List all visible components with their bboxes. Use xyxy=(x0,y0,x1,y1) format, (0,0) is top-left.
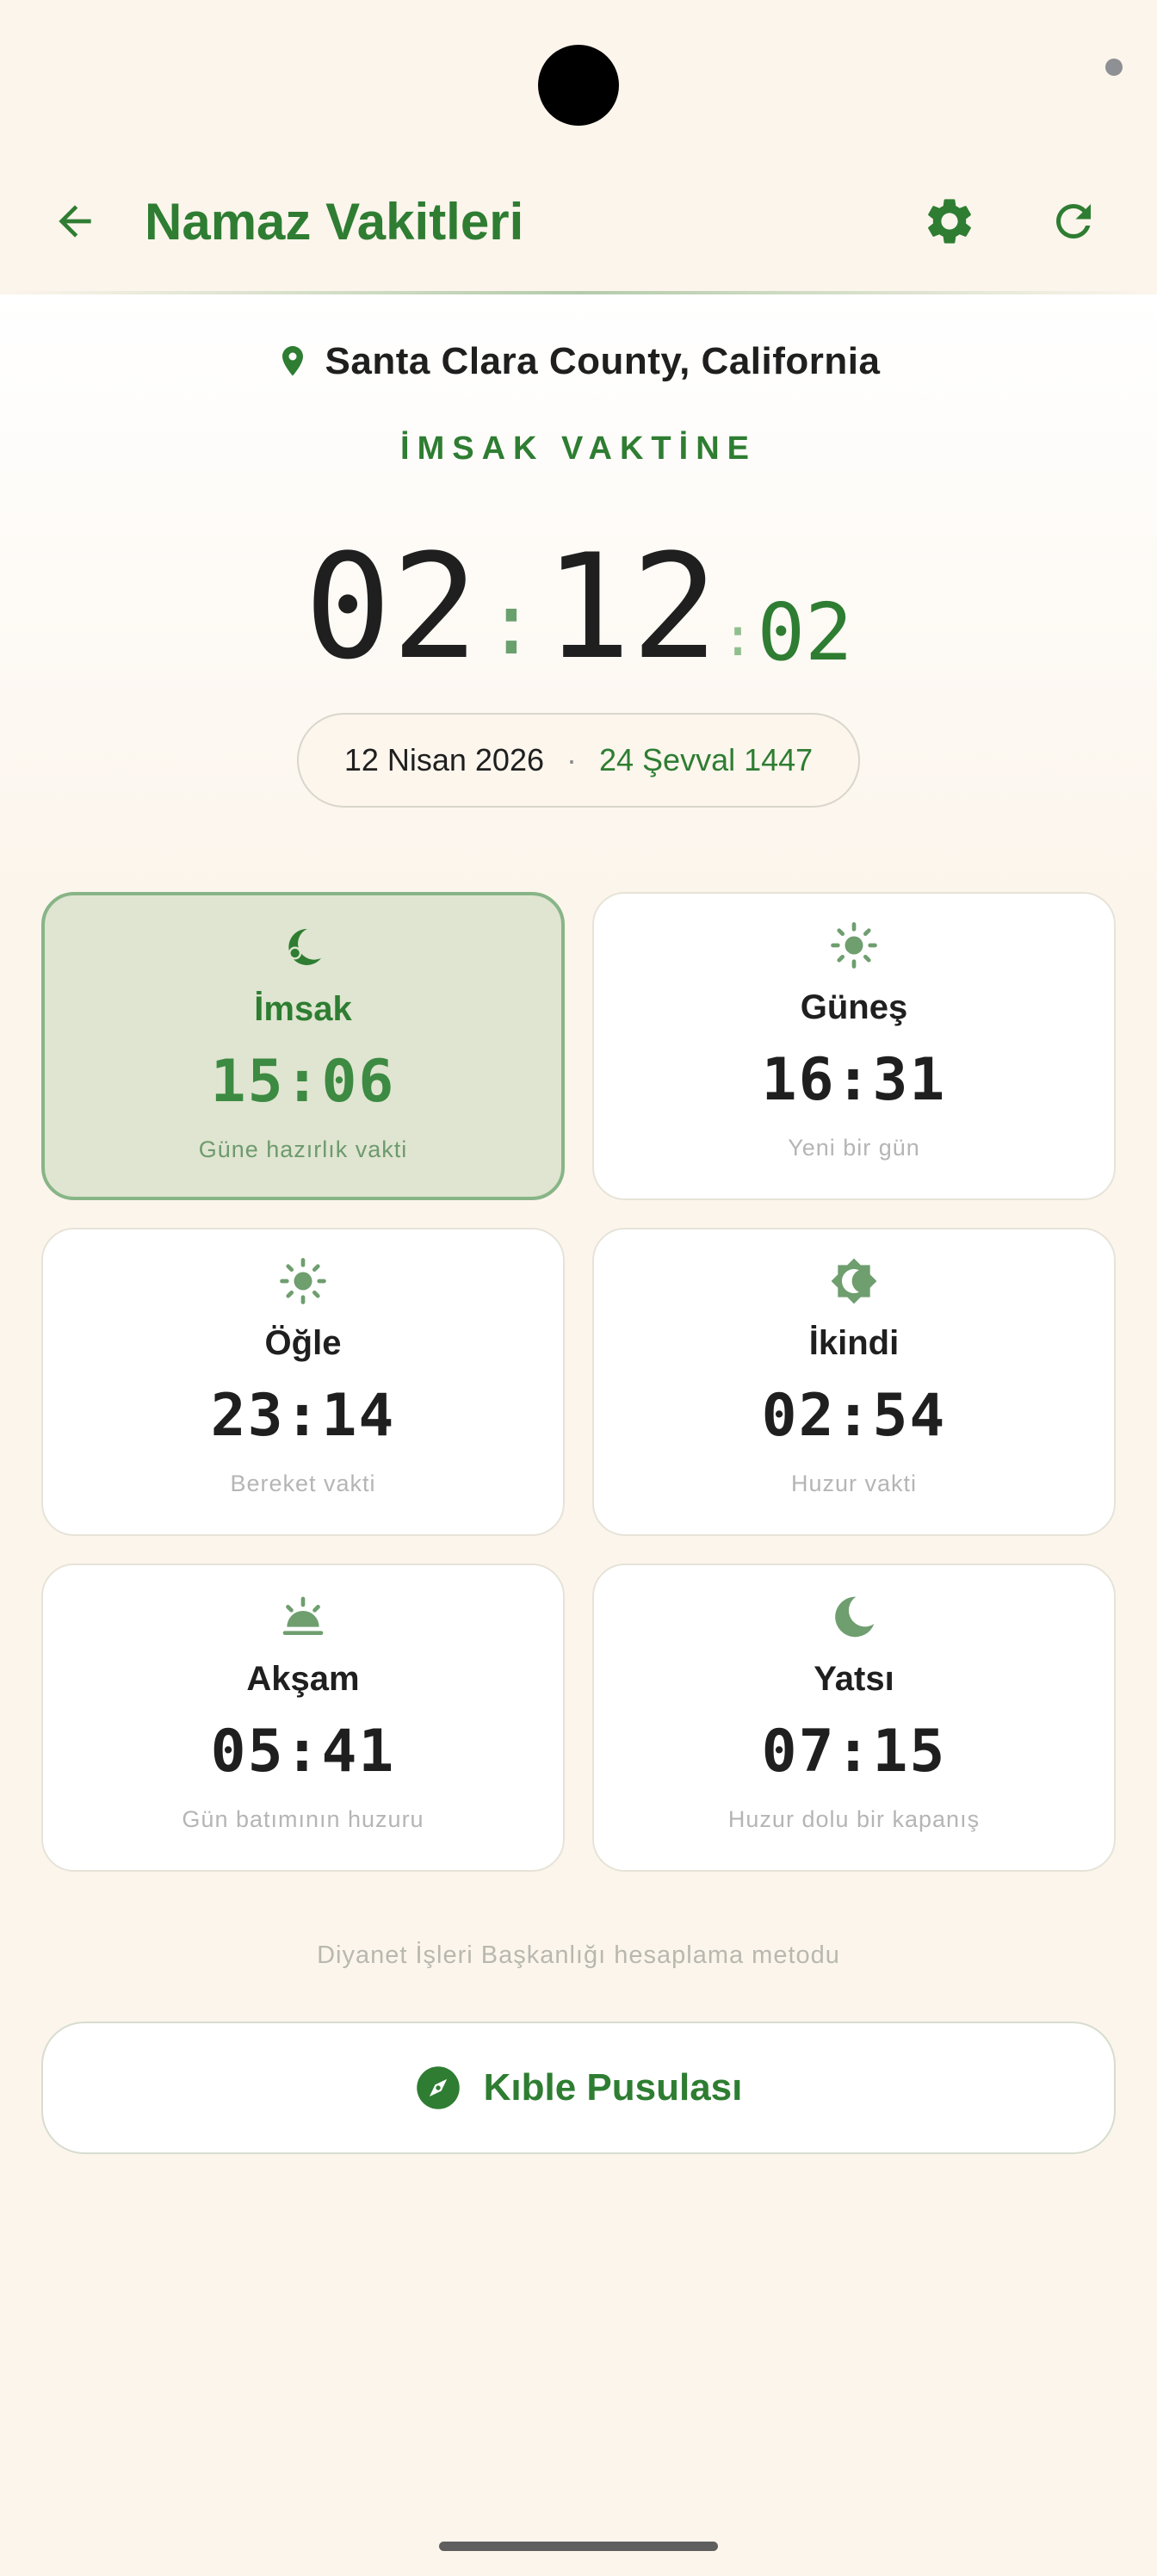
location-name: Santa Clara County, California xyxy=(325,340,881,382)
prayer-name: İkindi xyxy=(808,1324,900,1362)
app-bar: Namaz Vakitleri xyxy=(0,155,1157,293)
qibla-button-label: Kıble Pusulası xyxy=(483,2066,743,2108)
sun-icon xyxy=(828,920,880,971)
home-indicator[interactable] xyxy=(439,2542,718,2551)
back-button[interactable] xyxy=(36,183,114,260)
prayer-time: 23:14 xyxy=(210,1382,396,1450)
location-row: Santa Clara County, California xyxy=(0,327,1157,396)
countdown-hours: 02 xyxy=(304,523,479,691)
compass-icon xyxy=(416,2066,460,2109)
prayer-time: 05:41 xyxy=(210,1718,396,1786)
status-indicator-dot xyxy=(1105,59,1123,76)
calculation-method-note: Diyanet İşleri Başkanlığı hesaplama meto… xyxy=(317,1941,840,1969)
refresh-button[interactable] xyxy=(1035,183,1112,260)
prayer-time: 02:54 xyxy=(761,1382,947,1450)
gregorian-date: 12 Nisan 2026 xyxy=(343,742,544,777)
prayer-time: 07:15 xyxy=(761,1718,947,1786)
prayer-subtitle: Huzur dolu bir kapanış xyxy=(727,1806,981,1832)
date-separator: · xyxy=(566,742,577,777)
prayer-card-aksam[interactable]: Akşam 05:41 Gün batımının huzuru xyxy=(41,1564,565,1872)
brightness-icon xyxy=(828,1255,880,1307)
front-camera xyxy=(538,45,619,126)
prayer-subtitle: Yeni bir gün xyxy=(788,1135,920,1161)
crescent-moon-icon xyxy=(277,921,329,973)
prayer-card-ikindi[interactable]: İkindi 02:54 Huzur vakti xyxy=(592,1228,1116,1536)
hijri-date: 24 Şevval 1447 xyxy=(598,742,814,777)
prayer-card-ogle[interactable]: Öğle 23:14 Bereket vakti xyxy=(41,1228,565,1536)
countdown-colon: : xyxy=(721,605,754,668)
prayer-name: Güneş xyxy=(800,988,908,1026)
sun-icon xyxy=(277,1255,329,1307)
moon-icon xyxy=(828,1591,880,1643)
screen: Namaz Vakitleri Santa Clara County, Cali… xyxy=(0,0,1157,2576)
gear-icon xyxy=(928,199,971,244)
prayer-card-imsak[interactable]: İmsak 15:06 Güne hazırlık vakti xyxy=(41,892,565,1200)
prayer-subtitle: Huzur vakti xyxy=(790,1471,918,1496)
qibla-compass-button[interactable]: Kıble Pusulası xyxy=(41,2022,1116,2154)
prayer-card-yatsi[interactable]: Yatsı 07:15 Huzur dolu bir kapanış xyxy=(592,1564,1116,1872)
location-pin-icon xyxy=(282,346,303,376)
arrow-left-icon xyxy=(59,205,91,238)
prayer-name: Yatsı xyxy=(814,1660,894,1698)
prayer-subtitle: Güne hazırlık vakti xyxy=(198,1136,408,1162)
settings-button[interactable] xyxy=(911,183,988,260)
next-prayer-label: İMSAK VAKTİNE xyxy=(400,430,757,467)
prayer-name: İmsak xyxy=(254,990,352,1028)
countdown-colon: : xyxy=(485,573,538,674)
countdown-timer: 02 : 12 : 02 xyxy=(0,517,1157,680)
prayer-time: 15:06 xyxy=(210,1048,396,1116)
sunset-icon xyxy=(277,1591,329,1643)
refresh-icon xyxy=(1056,204,1091,238)
prayer-name: Öğle xyxy=(264,1324,342,1362)
prayer-subtitle: Gün batımının huzuru xyxy=(182,1806,424,1832)
page-title: Namaz Vakitleri xyxy=(145,193,524,251)
prayer-time: 16:31 xyxy=(761,1046,947,1114)
prayer-subtitle: Bereket vakti xyxy=(230,1471,376,1496)
countdown-minutes: 12 xyxy=(544,523,719,691)
date-pill: 12 Nisan 2026 · 24 Şevval 1447 xyxy=(297,713,860,808)
prayer-card-gunes[interactable]: Güneş 16:31 Yeni bir gün xyxy=(592,892,1116,1200)
countdown-seconds: 02 xyxy=(757,586,853,678)
prayer-name: Akşam xyxy=(246,1660,360,1698)
